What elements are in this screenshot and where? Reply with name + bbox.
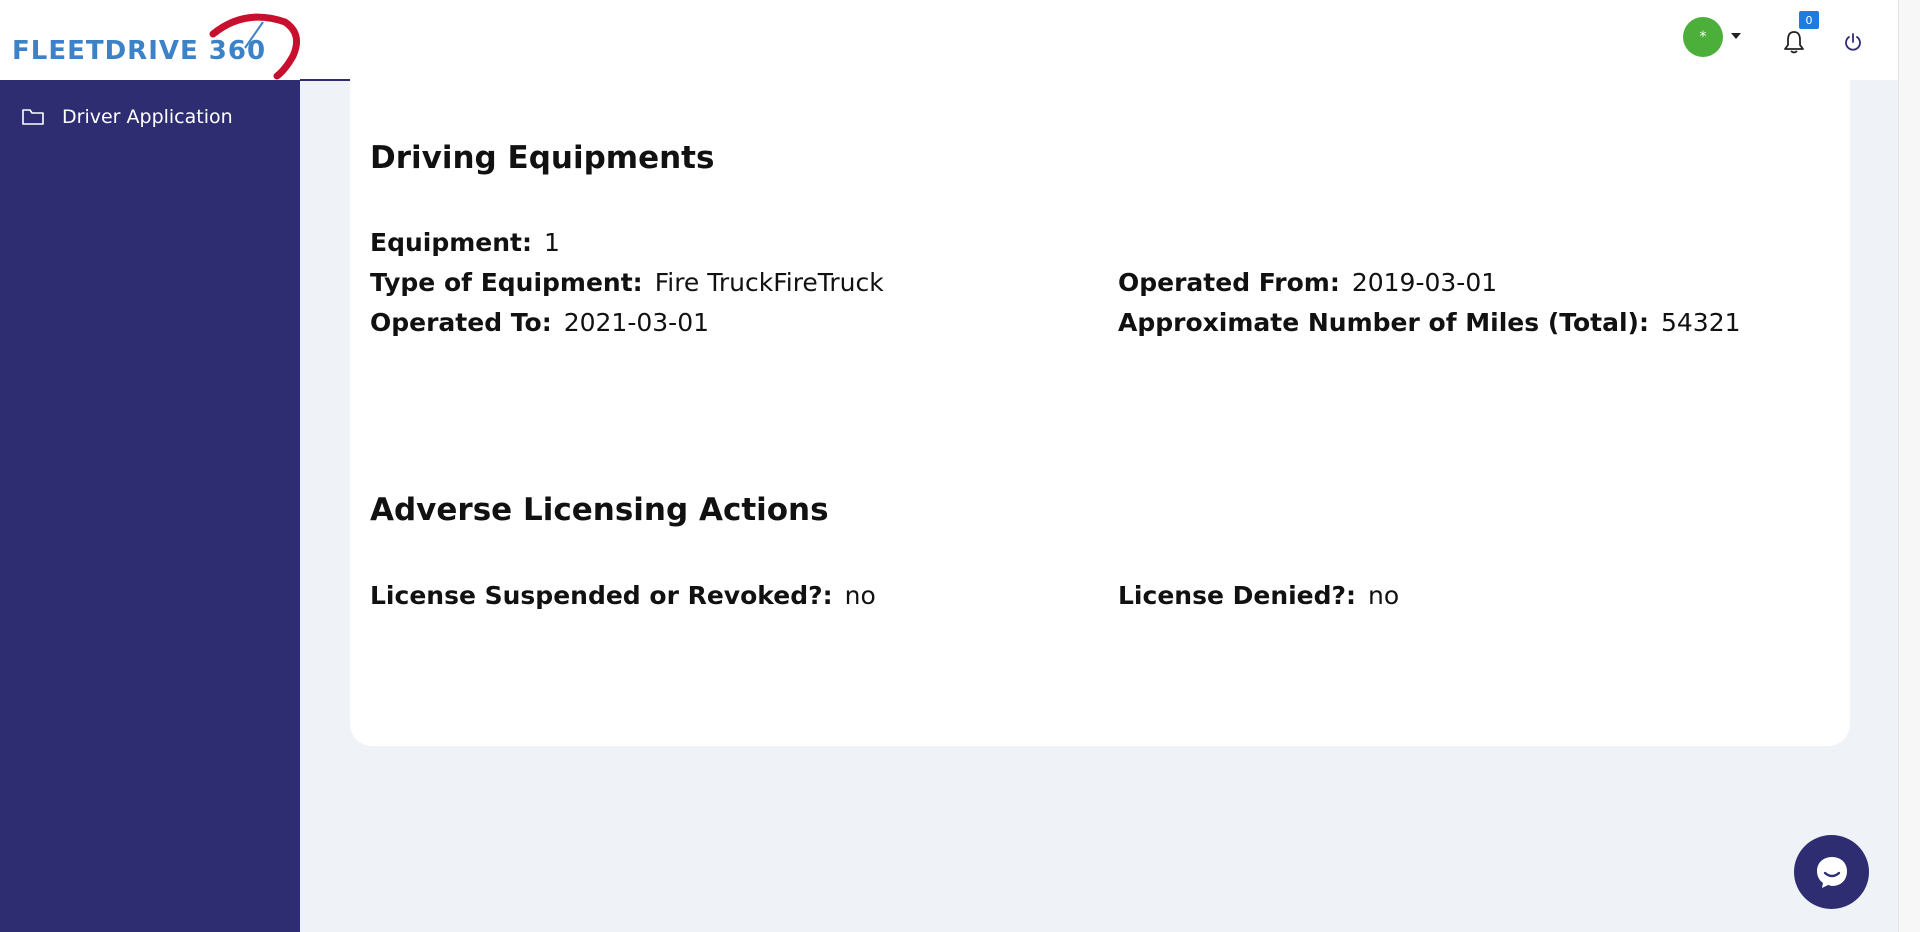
field-operated-to: Operated To: 2021-03-01	[370, 308, 709, 337]
application-details-card: Driving Equipments Equipment: 1 Type of E…	[350, 70, 1850, 746]
field-value: no	[844, 581, 876, 610]
field-label: Operated From:	[1118, 268, 1340, 297]
logo-text: FLEETDRIVE 360	[12, 36, 267, 66]
sidebar-item-label: Driver Application	[62, 106, 233, 128]
notification-badge: 0	[1799, 11, 1819, 29]
field-label: Type of Equipment:	[370, 268, 643, 297]
section-title-driving-equipments: Driving Equipments	[370, 140, 715, 176]
top-header: FLEETDRIVE 360 * 0	[0, 0, 1898, 80]
field-equipment: Equipment: 1	[370, 228, 560, 257]
field-license-suspended: License Suspended or Revoked?: no	[370, 581, 876, 610]
user-avatar[interactable]: *	[1683, 17, 1723, 57]
page-scrollbar[interactable]	[1898, 0, 1920, 932]
field-label: Approximate Number of Miles (Total):	[1118, 308, 1649, 337]
section-title-adverse-licensing: Adverse Licensing Actions	[370, 492, 829, 528]
sidebar: Driver Application	[0, 80, 300, 932]
field-value: 2019-03-01	[1351, 268, 1498, 297]
field-approximate-miles: Approximate Number of Miles (Total): 5432…	[1118, 308, 1741, 337]
fleetdrive-logo[interactable]: FLEETDRIVE 360	[10, 12, 301, 80]
field-value: 1	[544, 228, 560, 257]
field-label: License Denied?:	[1118, 581, 1357, 610]
chevron-down-icon[interactable]	[1731, 33, 1741, 39]
field-label: License Suspended or Revoked?:	[370, 581, 833, 610]
avatar-initial: *	[1699, 29, 1707, 45]
field-label: Operated To:	[370, 308, 552, 337]
field-type-of-equipment: Type of Equipment: Fire TruckFireTruck	[370, 268, 884, 297]
field-label: Equipment:	[370, 228, 532, 257]
sidebar-item-driver-application[interactable]: Driver Application	[22, 106, 233, 128]
bell-icon[interactable]	[1783, 30, 1805, 54]
chat-bubble-icon	[1816, 857, 1847, 888]
field-license-denied: License Denied?: no	[1118, 581, 1399, 610]
field-value: Fire TruckFireTruck	[654, 268, 884, 297]
power-icon[interactable]	[1843, 32, 1863, 52]
field-value: 2021-03-01	[563, 308, 710, 337]
folder-icon	[22, 109, 44, 125]
chat-widget-button[interactable]	[1794, 835, 1869, 909]
field-operated-from: Operated From: 2019-03-01	[1118, 268, 1497, 297]
field-value: 54321	[1660, 308, 1741, 337]
field-value: no	[1368, 581, 1400, 610]
